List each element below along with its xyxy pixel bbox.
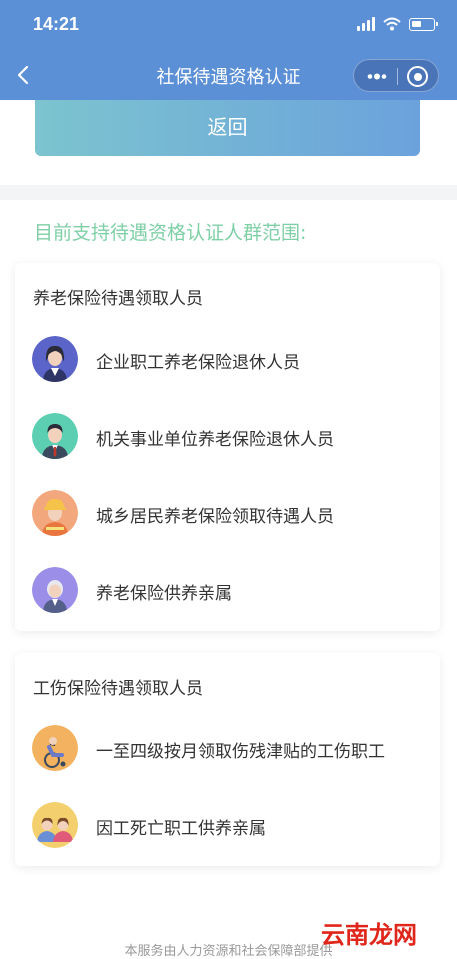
item-label: 因工死亡职工供养亲属 [96, 819, 266, 839]
wifi-icon [383, 17, 401, 31]
list-item[interactable]: 城乡居民养老保险领取待遇人员 [32, 490, 432, 538]
list-item[interactable]: 一至四级按月领取伤残津贴的工伤职工 [32, 725, 432, 773]
female-worker-icon [32, 336, 78, 382]
item-label: 企业职工养老保险退休人员 [96, 353, 300, 373]
status-icons [357, 17, 438, 31]
more-options-icon[interactable] [366, 68, 388, 85]
status-time: 14:21 [33, 14, 80, 34]
status-bar: 14:21 [0, 0, 457, 50]
list-item[interactable]: 养老保险供养亲属 [32, 567, 432, 615]
section-title: 目前支持待遇资格认证人群范围: [34, 222, 307, 244]
group-title: 养老保险待遇领取人员 [33, 289, 203, 309]
construction-worker-icon [32, 490, 78, 536]
wheelchair-user-icon [32, 725, 78, 771]
watermark: 云南龙网 [321, 921, 417, 949]
item-label: 一至四级按月领取伤残津贴的工伤职工 [96, 742, 385, 762]
list-item[interactable]: 因工死亡职工供养亲属 [32, 802, 432, 850]
cellular-signal-icon [357, 17, 375, 31]
list-item[interactable]: 机关事业单位养老保险退休人员 [32, 413, 432, 461]
capsule-divider [397, 68, 398, 85]
pension-group-card: 养老保险待遇领取人员 企业职工养老保险退休人员 机关事业单位养老保险退休人员 城… [15, 263, 440, 631]
family-members-icon [32, 802, 78, 848]
return-button[interactable]: 返回 [35, 100, 420, 156]
elderly-person-icon [32, 567, 78, 613]
work-injury-group-card: 工伤保险待遇领取人员 一至四级按月领取伤残津贴的工伤职工 因工死亡职工供养亲属 [15, 653, 440, 866]
battery-icon [409, 17, 438, 31]
mini-program-capsule [353, 59, 439, 92]
list-item[interactable]: 企业职工养老保险退休人员 [32, 336, 432, 384]
item-label: 城乡居民养老保险领取待遇人员 [96, 507, 334, 527]
navigation-bar: 14:21 社保待遇资格认证 [0, 0, 457, 100]
item-label: 养老保险供养亲属 [96, 584, 232, 604]
close-mini-program-icon[interactable] [407, 66, 428, 87]
office-worker-icon [32, 413, 78, 459]
group-title: 工伤保险待遇领取人员 [33, 679, 203, 699]
item-label: 机关事业单位养老保险退休人员 [96, 430, 334, 450]
